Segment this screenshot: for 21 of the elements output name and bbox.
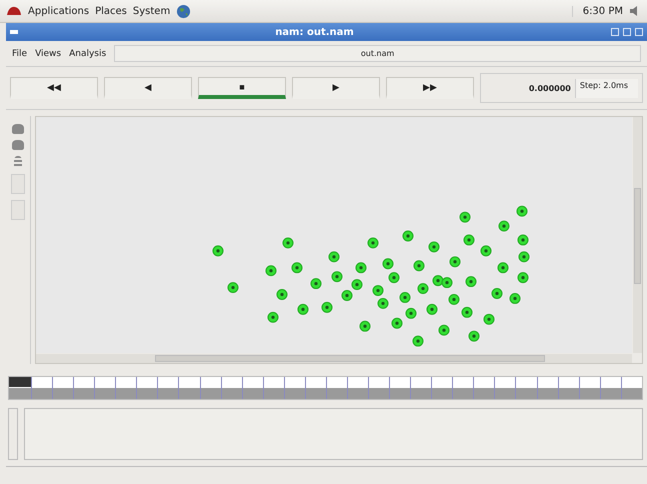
window-title: nam: out.nam <box>274 26 355 38</box>
clock[interactable]: 6:30 PM <box>572 6 623 16</box>
panel-menu[interactable]: Applications <box>28 6 90 16</box>
horizontal-scrollbar[interactable] <box>36 354 632 363</box>
panel-menu[interactable]: Places <box>95 6 127 16</box>
menu-item[interactable]: Analysis <box>69 48 106 58</box>
globe-icon[interactable] <box>176 4 192 18</box>
time-readout: 0.000000 <box>528 84 571 92</box>
playback-button[interactable]: ◀ <box>104 77 192 99</box>
menu-item[interactable]: Views <box>35 48 62 58</box>
menu-item[interactable]: File <box>12 48 28 58</box>
playback-button[interactable]: ■ <box>198 77 286 99</box>
vertical-scrollbar[interactable] <box>8 408 18 460</box>
file-name-label: out.nam <box>114 45 641 62</box>
timeline-drawing[interactable] <box>8 376 643 400</box>
panel-menu[interactable]: System <box>132 6 170 16</box>
playback-button[interactable]: ▶▶ <box>386 77 474 99</box>
playback-button[interactable]: ▶ <box>292 77 380 99</box>
hat-icon <box>6 5 22 17</box>
playback-button[interactable]: ◀◀ <box>10 77 98 99</box>
vertical-scrollbar[interactable] <box>633 117 642 353</box>
